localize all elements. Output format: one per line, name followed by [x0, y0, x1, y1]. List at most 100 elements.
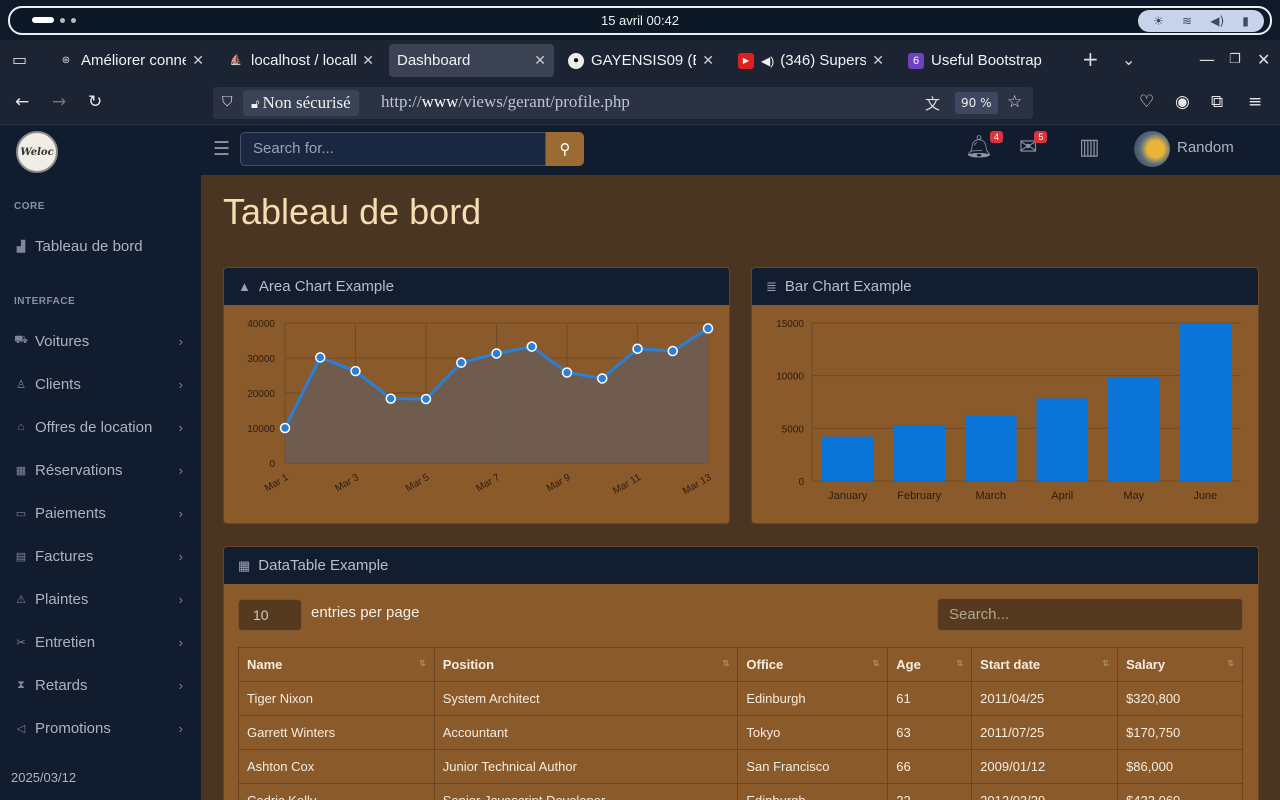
- bar: [893, 425, 945, 481]
- zoom-level[interactable]: 90 %: [955, 92, 998, 114]
- close-tab-icon[interactable]: ✕: [702, 52, 714, 69]
- os-panel: 15 avril 00:42 ☀ ≋ ◀) ▮: [8, 6, 1272, 35]
- browser-tab[interactable]: ● GAYENSIS09 (Ba✕: [560, 44, 722, 77]
- cell-position: Senior Javascript Developer: [433, 783, 739, 800]
- github-icon: ●: [568, 52, 584, 69]
- menu-icon[interactable]: ≡: [1248, 92, 1262, 112]
- search-button[interactable]: ⚲: [546, 132, 584, 166]
- forward-arrow-icon[interactable]: →: [52, 92, 66, 112]
- column-header-position[interactable]: Position ⇅: [433, 647, 739, 682]
- cell-position: Junior Technical Author: [433, 749, 739, 784]
- chevron-right-icon: ›: [178, 548, 183, 564]
- translate-icon[interactable]: 文: [925, 93, 940, 114]
- sidebar-item-reservations[interactable]: ▦ Réservations ›: [0, 452, 201, 488]
- url-host: www: [421, 92, 459, 111]
- os-clock[interactable]: 15 avril 00:42: [10, 13, 1270, 28]
- avatar[interactable]: [1134, 131, 1170, 167]
- sidebar: Weloc CORE ▟ Tableau de bord INTERFACE ⛟…: [0, 125, 201, 800]
- main-content: Tableau de bord ▲ Area Chart Example 0 100…: [201, 175, 1280, 800]
- data-point: [279, 422, 291, 434]
- card-header: ▦ DataTable Example: [224, 547, 1258, 584]
- url-bar[interactable]: ⛉ 🔓︎ Non sécurisé http://www/views/gerant…: [213, 87, 1033, 119]
- chevron-right-icon: ›: [178, 333, 183, 349]
- sidebar-footer-date: 2025/03/12: [11, 770, 77, 785]
- sidebar-item-paiements[interactable]: ▭ Paiements ›: [0, 495, 201, 531]
- sidebar-item-factures[interactable]: ▤ Factures ›: [0, 538, 201, 574]
- warning-icon: ⚠: [16, 593, 26, 606]
- sidebar-item-promotions[interactable]: ◁ Promotions ›: [0, 710, 201, 746]
- column-header-name[interactable]: Name ⇅: [238, 647, 435, 682]
- column-header-age[interactable]: Age ⇅: [887, 647, 973, 682]
- sidebar-toggle-icon[interactable]: ☰: [213, 138, 230, 160]
- shield-icon[interactable]: ⛉: [222, 94, 233, 110]
- app-logo[interactable]: Weloc: [16, 131, 58, 173]
- tab-overview-icon[interactable]: ▭: [12, 50, 27, 69]
- account-icon[interactable]: ◉: [1175, 92, 1190, 112]
- entries-per-page-select[interactable]: 10: [238, 599, 302, 631]
- pocket-icon[interactable]: ♡: [1139, 92, 1154, 112]
- datatable-card: ▦ DataTable Example 10 entries per page S…: [223, 546, 1259, 800]
- cell-name: Garrett Winters: [238, 715, 435, 750]
- reload-icon[interactable]: ↻: [88, 92, 102, 112]
- bell-icon[interactable]: 🔔︎ 4: [965, 131, 1003, 160]
- sidebar-item-entretien[interactable]: ✂ Entretien ›: [0, 624, 201, 660]
- cell-start-date: 2012/03/29: [971, 783, 1119, 800]
- data-point: [526, 341, 537, 352]
- mail-icon[interactable]: ✉ 5: [1019, 131, 1048, 160]
- column-header-salary[interactable]: Salary ⇅: [1117, 647, 1243, 682]
- data-point: [315, 352, 326, 363]
- user-name[interactable]: Random: [1177, 139, 1234, 156]
- restore-window-icon[interactable]: ❐: [1229, 52, 1241, 67]
- column-header-office[interactable]: Office ⇅: [737, 647, 889, 682]
- sidebar-item-dashboard[interactable]: ▟ Tableau de bord: [0, 228, 201, 264]
- system-tray[interactable]: ☀ ≋ ◀) ▮: [1138, 10, 1264, 32]
- url-scheme: http://: [381, 92, 422, 111]
- audio-playing-icon[interactable]: ◀): [761, 54, 774, 68]
- car-icon: ⛟: [14, 334, 28, 346]
- sidebar-item-label: Réservations: [35, 461, 123, 479]
- close-tab-icon[interactable]: ✕: [362, 52, 374, 69]
- x-tick-label: Mar 1: [263, 472, 291, 495]
- sidebar-item-plaintes[interactable]: ⚠ Plaintes ›: [0, 581, 201, 617]
- extensions-icon[interactable]: ⧉: [1211, 92, 1223, 112]
- search-input[interactable]: Search for...: [240, 132, 546, 166]
- browser-tab[interactable]: ⊛ Améliorer conne ✕: [50, 44, 212, 77]
- bookmark-star-icon[interactable]: ☆: [1007, 92, 1022, 112]
- back-arrow-icon[interactable]: ←: [15, 92, 29, 112]
- sort-icon: ⇅: [872, 659, 880, 668]
- x-tick-label: Mar 13: [681, 472, 714, 497]
- cell-salary: $320,800: [1117, 681, 1243, 716]
- close-tab-icon[interactable]: ✕: [192, 52, 204, 69]
- table-search-input[interactable]: Search...: [937, 598, 1243, 631]
- sidebar-item-offres[interactable]: ⌂ Offres de location ›: [0, 409, 201, 445]
- chevron-right-icon: ›: [178, 720, 183, 736]
- building-icon[interactable]: ▥: [1079, 135, 1100, 160]
- minimize-window-icon[interactable]: —: [1199, 50, 1215, 69]
- insecure-connection-badge[interactable]: 🔓︎ Non sécurisé: [243, 90, 359, 116]
- y-tick-label: 15000: [776, 319, 804, 330]
- y-tick-label: 20000: [247, 389, 275, 400]
- table-row: Ashton Cox Junior Technical Author San Fra…: [238, 749, 1243, 784]
- table-row: Tiger Nixon System Architect Edinburgh 61 20…: [238, 681, 1243, 716]
- y-tick-label: 5000: [782, 424, 805, 435]
- url-text[interactable]: http://www/views/gerant/profile.php: [381, 92, 630, 112]
- cell-position: Accountant: [433, 715, 739, 750]
- x-tick-label: February: [897, 490, 942, 502]
- new-tab-button[interactable]: +: [1082, 47, 1099, 71]
- browser-tab[interactable]: 6 Useful Bootstrap: [900, 44, 1062, 77]
- browser-tab[interactable]: ▶ ◀) (346) Supersy ✕: [730, 44, 892, 77]
- close-window-icon[interactable]: ✕: [1257, 50, 1270, 69]
- cell-salary: $86,000: [1117, 749, 1243, 784]
- sidebar-item-clients[interactable]: ♙ Clients ›: [0, 366, 201, 402]
- close-tab-icon[interactable]: ✕: [534, 52, 546, 69]
- sidebar-item-retards[interactable]: ⧗ Retards ›: [0, 667, 201, 703]
- table-row: Cedric KellySenior Javascript DeveloperE…: [238, 783, 1243, 800]
- browser-tab[interactable]: ⛵ localhost / localh ✕: [220, 44, 382, 77]
- tab-list-chevron-icon[interactable]: ⌄: [1122, 50, 1135, 69]
- column-header-start-date[interactable]: Start date ⇅: [971, 647, 1119, 682]
- sidebar-item-voitures[interactable]: ⛟ Voitures ›: [0, 323, 201, 359]
- browser-tab-active[interactable]: Dashboard ✕: [389, 44, 554, 77]
- sidebar-item-label: Voitures: [35, 332, 90, 350]
- close-tab-icon[interactable]: ✕: [872, 52, 884, 69]
- data-point: [350, 365, 361, 377]
